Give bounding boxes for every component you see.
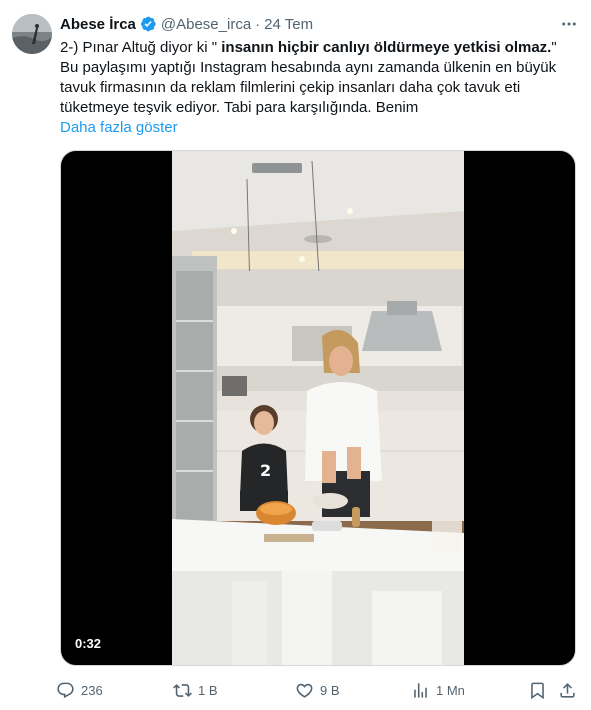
video-frame: 2 — [172, 151, 464, 665]
author-handle[interactable]: @Abese_irca — [161, 16, 251, 33]
retweet-icon — [173, 683, 192, 697]
tweet-text-line-1: 2-) Pınar Altuğ diyor ki " insanın hiçbi… — [60, 38, 576, 58]
retweet-button[interactable]: 1 B — [173, 678, 218, 702]
tweet-text-quote-close: " — [551, 39, 557, 56]
video-duration: 0:32 — [69, 634, 108, 653]
share-icon — [560, 682, 575, 698]
tweet-text-quote: insanın hiçbir canlıyı öldürmeye yetkisi… — [221, 39, 552, 56]
tweet-card[interactable]: Abese İrca @Abese_irca · 24 Tem 2-) Pına… — [0, 0, 591, 710]
bookmark-button[interactable] — [528, 678, 547, 702]
share-button[interactable] — [558, 678, 577, 702]
avatar-image — [12, 14, 52, 54]
tweet-time[interactable]: 24 Tem — [264, 16, 313, 33]
like-icon — [296, 683, 313, 698]
views-count: 1 Mn — [436, 682, 465, 698]
tweet-text-line-4: tüketmeye teşvik ediyor. Tabi para karşı… — [60, 99, 419, 116]
svg-text:2: 2 — [260, 461, 271, 480]
reply-icon — [57, 682, 74, 698]
tweet-text-quote-intro: 2-) Pınar Altuğ diyor ki " — [60, 39, 222, 56]
like-button[interactable]: 9 B — [295, 678, 340, 702]
separator-dot: · — [255, 15, 261, 33]
tweet-actions: 236 1 B 9 B 1 Mn — [56, 678, 580, 702]
views-button[interactable]: 1 Mn — [411, 678, 465, 702]
author-name[interactable]: Abese İrca — [60, 16, 136, 33]
show-more-link[interactable]: Daha fazla göster — [60, 118, 178, 138]
like-count: 9 B — [320, 682, 340, 698]
retweet-count: 1 B — [198, 682, 218, 698]
views-icon — [414, 682, 427, 698]
more-icon[interactable] — [559, 14, 579, 34]
tweet-header: Abese İrca @Abese_irca · 24 Tem — [60, 14, 313, 34]
tweet-text-line-2: Bu paylaşımı yaptığı Instagram hesabında… — [60, 59, 557, 76]
bookmark-icon — [531, 682, 544, 699]
avatar[interactable] — [12, 14, 52, 54]
verified-badge-icon — [139, 15, 157, 33]
reply-count: 236 — [81, 682, 103, 698]
tweet-text: 2-) Pınar Altuğ diyor ki " insanın hiçbi… — [60, 38, 576, 118]
video-player[interactable]: 2 0:32 — [60, 150, 576, 666]
reply-button[interactable]: 236 — [56, 678, 103, 702]
tweet-text-line-3: tavuk firmasının da reklam filmlerini çe… — [60, 79, 521, 96]
